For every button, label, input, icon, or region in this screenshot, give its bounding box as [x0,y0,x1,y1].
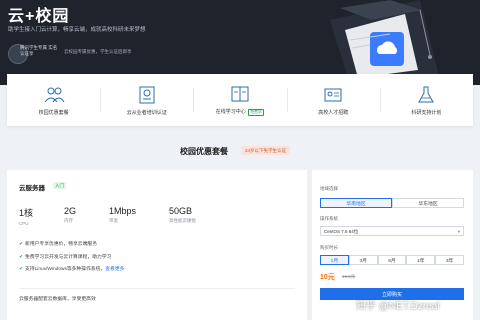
certificate-icon [139,86,155,103]
hero-banner: 云+校园 助学生接入门云计算，畅享云端，成就高校科研未来梦想 腾讯学生专属 实名… [0,0,480,85]
product-name: 云服务器 [19,185,45,192]
feature-label: 科研支持计划 [411,109,442,116]
feature-learning-center[interactable]: 在线学习中心 免费学 [193,74,286,126]
id-card-icon [324,88,342,101]
spec-disk: 50GB 高性能云硬盘 [169,206,196,223]
feature-label: 在线学习中心 免费学 [216,108,265,116]
feature-research-support[interactable]: 科研支持计划 [379,74,473,126]
watermark: 知乎 @NET.Dzreal [356,301,440,312]
check-icon: ✔ [19,254,24,260]
region-selector: 华南地区 华东地区 [320,198,464,208]
product-card: 云服务器 入门 1核 CPU 2G 内存 1Mbps 带宽 50GB 高性能云硬… [7,170,307,320]
region-option-south[interactable]: 华南地区 [320,198,392,208]
duration-option[interactable]: 1年 [406,255,436,265]
hero-title: 云+校园 [8,8,70,25]
region-option-east[interactable]: 华东地区 [392,198,464,208]
image-label: 操作系统 [320,216,338,221]
original-price: 15.5元 [342,274,356,279]
duration-option[interactable]: 1月 [320,255,349,265]
check-icon: ✔ [19,267,24,272]
feature-label: 校园优惠套餐 [38,109,69,116]
divider [19,288,295,289]
hero-note: 云校园专属优惠，学生认证后即享 [64,49,132,54]
chevron-down-icon: ▾ [457,229,460,234]
feature-recruitment[interactable]: 高校人才招聘 [286,74,380,126]
list-item: ✔ 支持Linux/Windows等多种操作系统，查看更多 [19,267,125,272]
list-item: ✔ 免费学习云开发与云计算课程，助力学习 [19,254,112,260]
people-icon [44,87,65,102]
region-label: 地域选择 [320,186,338,191]
duration-option[interactable]: 6月 [377,255,407,265]
spec-memory: 2G 内存 [64,206,77,223]
feature-strip: 校园优惠套餐 云从业者培训认证 在线学习中心 免费学 高校人才招聘 科研支持计划 [7,74,473,126]
price: 10元 [320,274,335,281]
duration-label: 购买时长 [320,245,338,250]
hero-subtitle: 助学生接入门云计算，畅享云端，成就高校科研未来梦想 [8,27,146,33]
check-icon: ✔ [19,242,24,247]
product-tag: 入门 [53,182,66,189]
spec-list: 1核 CPU 2G 内存 1Mbps 带宽 50GB 高性能云硬盘 [19,206,229,226]
spec-bandwidth: 1Mbps 带宽 [109,206,137,223]
hero-badge-text: 腾讯学生专属 实名认证享 [20,45,58,56]
os-select[interactable]: CentOS 7.6 64位 ▾ [320,226,464,236]
feature-label: 高校人才招聘 [318,109,349,116]
graduation-cloud-illustration [330,0,440,85]
duration-option[interactable]: 3年 [435,255,464,265]
spec-cpu: 1核 CPU [19,208,34,226]
feature-campus-package[interactable]: 校园优惠套餐 [7,74,100,126]
perk-list: ✔ 新用户专享优惠价，畅享云端服务 ✔ 免费学习云开发与云计算课程，助力学习 ✔ 支持… [19,240,299,278]
book-icon [231,86,249,102]
feature-certification[interactable]: 云从业者培训认证 [100,74,193,126]
section-title: 校园优惠套餐 [180,147,228,156]
duration-option[interactable]: 3月 [348,255,378,265]
more-link[interactable]: 查看更多 [105,267,124,272]
list-item: ✔ 新用户专享优惠价，畅享云端服务 [19,242,97,247]
flask-icon [418,86,435,102]
section-promo-pill: 24岁以下免学生认证 [241,146,291,155]
feature-label: 云从业者培训认证 [126,109,167,116]
duration-selector: 1月 3月 6月 1年 3年 [320,255,464,265]
free-tag: 免费学 [247,109,265,116]
footnote: 云服务器配套云数据库，享受更高效 [19,297,96,302]
